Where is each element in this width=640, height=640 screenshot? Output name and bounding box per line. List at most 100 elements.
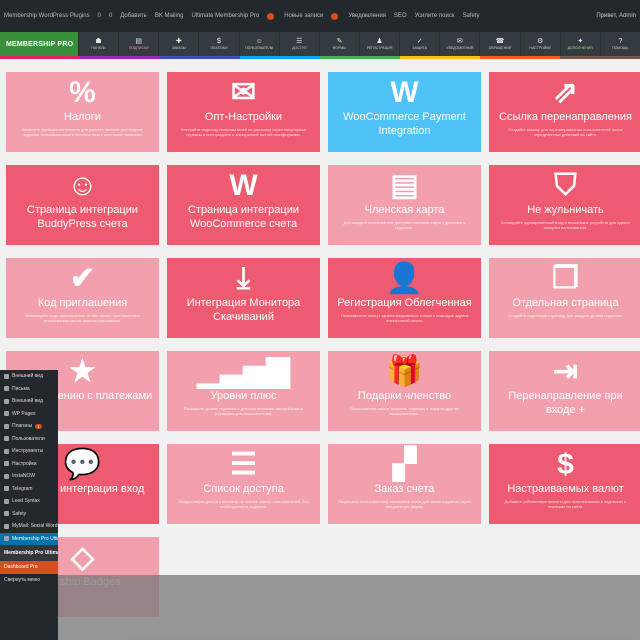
nav-item-10[interactable]: ☎ ОБРАЩЕНИЯ — [479, 32, 519, 56]
addon-tile[interactable]: ⛉ Не жульничать Блокируйте одновременный в… — [489, 165, 640, 245]
tile-description — [328, 138, 481, 141]
admin-bar-item[interactable]: Ultimate Membership Pro — [192, 13, 260, 19]
nav-item-2[interactable]: ✚ ЗАКАЗЫ — [158, 32, 198, 56]
side-menu-item[interactable]: MyMail: Social WordPress — [0, 520, 58, 533]
nav-item-label: ПЛАТЕЖИ — [210, 46, 228, 50]
tile-glyph: $ — [557, 448, 574, 481]
admin-greeting[interactable]: Привет, Admin — [596, 13, 636, 19]
admin-side-menu: Внешний вид Письма Внешний вид WP Pages Плаг… — [0, 370, 58, 640]
nav-item-5[interactable]: ☰ ДОСТУП — [278, 32, 319, 56]
gift-icon: 🎁 — [328, 351, 481, 389]
menu-item-icon — [4, 473, 9, 479]
plugin-logo[interactable]: MEMBERSHIP PRO — [0, 32, 78, 56]
admin-bar-item[interactable]: Safety — [462, 13, 479, 19]
admin-bar-item[interactable]: 0 — [98, 13, 101, 19]
nav-item-1[interactable]: ▤ ПОДПИСКИ — [118, 32, 158, 56]
admin-bar-item[interactable]: Добавить — [120, 13, 147, 19]
addon-tile[interactable]: ☰ Список доступа Предоставьте доступ к кон… — [167, 444, 320, 524]
side-menu-label: WP Pages — [12, 410, 36, 417]
side-menu-item[interactable]: Плагины 1 — [0, 420, 58, 433]
nav-item-3[interactable]: $ ПЛАТЕЖИ — [198, 32, 238, 56]
nav-item-icon: ✎ — [336, 38, 343, 45]
addon-tile[interactable]: ▞ Заказ счета Разрешите пользователям зака… — [328, 444, 481, 524]
addon-tile[interactable]: ☺ Страница интеграции BuddyPress счета — [6, 165, 159, 245]
check-circle-icon: ✔ — [6, 258, 159, 296]
menu-item-icon — [4, 536, 9, 542]
admin-bar-item[interactable]: Новые записи — [284, 13, 323, 19]
side-menu-label: Письма — [12, 385, 30, 392]
addon-tile[interactable]: % Налоги Включите функционал налогов для р… — [6, 72, 159, 152]
color-strip — [0, 56, 640, 59]
side-menu-item[interactable]: Membership Pro Ultimate WP — [0, 532, 58, 545]
side-menu-item[interactable]: Письма — [0, 383, 58, 396]
nav-item-4[interactable]: ☺ ПОЛЬЗОВАТЕЛИ — [238, 32, 279, 56]
addon-tile[interactable]: 👤 Регистрация Облегченная Пользователи смо… — [328, 258, 481, 338]
tile-title: Настраиваемых валют — [507, 483, 624, 495]
addon-tile[interactable]: ⤓ Интеграция Монитора Скачиваний — [167, 258, 320, 338]
tile-description — [489, 417, 640, 420]
side-menu-item[interactable]: Внешний вид — [0, 370, 58, 383]
nav-item-7[interactable]: ♟ РЕГИСТРАЦИЯ — [358, 32, 399, 56]
nav-item-13[interactable]: ? ПОМОЩЬ — [599, 32, 640, 56]
collapse-menu-button[interactable]: Свернуть меню — [0, 574, 58, 587]
tile-description: Настройте подписку пользователей на расс… — [180, 127, 307, 137]
addon-tile[interactable]: 🎁 Подарки членство Пользователи смогут пок… — [328, 351, 481, 431]
side-menu-dashboard-pro[interactable]: Dashboard Pro — [0, 561, 58, 574]
side-menu-item[interactable]: WP Pages — [0, 408, 58, 421]
menu-item-icon — [4, 386, 9, 392]
side-menu-label: Плагины — [12, 423, 33, 430]
menu-item-icon — [4, 436, 9, 442]
addon-tile[interactable]: ▤ Членская карта Для каждого пользователя … — [328, 165, 481, 245]
nav-item-12[interactable]: ✦ ДОПОЛНЕНИЯ — [559, 32, 600, 56]
copy-icon: ❐ — [489, 258, 640, 296]
tile-description: Расширьте уровни подписки с дополнительн… — [183, 406, 304, 416]
nav-item-6[interactable]: ✎ ФОРМЫ — [318, 32, 359, 56]
side-menu-item[interactable]: InstaNOW — [0, 470, 58, 483]
tile-title: Страница интеграции WooCommerce счета — [188, 204, 299, 230]
addon-tile[interactable]: ▁▃▅▇ Уровни плюс Расширьте уровни подписки… — [167, 351, 320, 431]
tile-title: Отдельная страница — [512, 297, 619, 309]
side-menu-item[interactable]: Инструменты — [0, 445, 58, 458]
nav-item-0[interactable]: ☗ ПАНЕЛЬ — [78, 32, 118, 56]
admin-bar-item[interactable]: Membership WordPress Plugins — [4, 13, 90, 19]
addon-tile[interactable]: ⇗ Ссылка перенаправления Создайте ссылку д… — [489, 72, 640, 152]
side-menu-item[interactable]: Пользователи — [0, 433, 58, 446]
addon-tile[interactable]: W WooCommerce Payment Integration — [328, 72, 481, 152]
admin-bar-item[interactable]: SEO — [394, 13, 407, 19]
id-card-icon: ▤ — [328, 165, 481, 203]
nav-item-label: ПОЛЬЗОВАТЕЛИ — [245, 46, 274, 50]
tile-description — [6, 231, 159, 234]
nav-item-icon: ✓ — [416, 38, 423, 45]
menu-item-icon — [4, 486, 9, 492]
tile-glyph: ☰ — [230, 448, 257, 481]
admin-bar-item[interactable]: BK Mailing — [155, 13, 184, 19]
addon-tile[interactable]: ✔ Код приглашения Используйте коды приглаш… — [6, 258, 159, 338]
admin-bar-item[interactable]: 0 — [109, 13, 112, 19]
side-menu-item[interactable]: Telegram — [0, 483, 58, 496]
nav-item-label: ФОРМЫ — [332, 46, 347, 50]
addon-tile[interactable]: W Страница интеграции WooCommerce счета — [167, 165, 320, 245]
nav-item-8[interactable]: ✓ ЗАЩИТА — [399, 32, 439, 56]
nav-item-9[interactable]: ✉ УВЕДОМЛЕНИЯ — [439, 32, 479, 56]
side-menu-item[interactable]: Lead Syntax — [0, 495, 58, 508]
tile-glyph: ✔ — [69, 262, 96, 295]
nav-item-icon: ✉ — [456, 38, 463, 45]
addon-tile[interactable]: ❐ Отдельная страница Создайте отдельную ст… — [489, 258, 640, 338]
admin-bar-item[interactable]: Усилите поиск — [415, 13, 455, 19]
nav-item-11[interactable]: ⚙ НАСТРОЙКИ — [519, 32, 560, 56]
side-menu-item[interactable]: Внешний вид — [0, 395, 58, 408]
side-menu-item[interactable]: Настройки — [0, 458, 58, 471]
nav-item-icon: ♟ — [376, 38, 383, 45]
tile-title: Интеграция Монитора Скачиваний — [186, 297, 301, 323]
tile-glyph: ▁▃▅▇ — [197, 355, 290, 388]
tile-glyph: ▤ — [390, 169, 419, 202]
tile-glyph: ❐ — [552, 262, 579, 295]
addon-tile[interactable]: ✉ Опт-Настройки Настройте подписку пользов… — [167, 72, 320, 152]
side-menu-subhead[interactable]: Membership Pro Ultimate WP — [0, 545, 58, 561]
side-menu-item[interactable]: Safety — [0, 508, 58, 521]
admin-bar-item[interactable]: Уведомления — [348, 13, 386, 19]
addon-tile[interactable]: ⇥ Перенаправление при входе + — [489, 351, 640, 431]
plugin-nav-items: ☗ ПАНЕЛЬ ▤ ПОДПИСКИ ✚ ЗАКАЗЫ $ ПЛАТЕЖИ ☺ ПОЛЬЗОВА… — [78, 32, 640, 56]
tile-glyph: ☺ — [67, 169, 98, 202]
addon-tile[interactable]: $ Настраиваемых валют Добавьте собственные… — [489, 444, 640, 524]
